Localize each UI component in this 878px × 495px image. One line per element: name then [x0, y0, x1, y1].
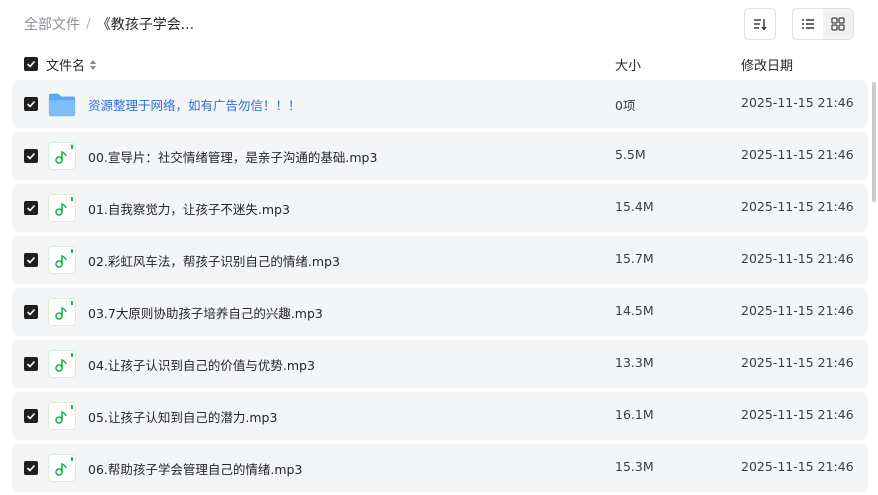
- file-row[interactable]: 05.让孩子认知到自己的潜力.mp3 16.1M 2025-11-15 21:4…: [12, 392, 868, 440]
- file-name[interactable]: 04.让孩子认识到自己的价值与优势.mp3: [88, 355, 315, 374]
- file-size: 15.7M: [615, 251, 654, 266]
- grid-view-icon: [831, 17, 845, 31]
- audio-file-icon: [48, 142, 76, 170]
- checkmark-icon: [26, 360, 36, 368]
- file-row[interactable]: 资源整理于网络，如有广告勿信！！！ 0项 2025-11-15 21:46: [12, 80, 868, 128]
- audio-file-icon: [48, 246, 76, 274]
- file-name[interactable]: 资源整理于网络，如有广告勿信！！！: [88, 95, 301, 114]
- view-toggle: [792, 8, 854, 40]
- file-date: 2025-11-15 21:46: [741, 147, 854, 162]
- file-row[interactable]: 04.让孩子认识到自己的价值与优势.mp3 13.3M 2025-11-15 2…: [12, 340, 868, 388]
- folder-icon: [48, 93, 76, 117]
- breadcrumb: 全部文件 / 《教孩子学会...: [24, 14, 194, 34]
- file-size: 15.3M: [615, 459, 654, 474]
- audio-file-icon: [48, 454, 76, 482]
- breadcrumb-root[interactable]: 全部文件: [24, 14, 80, 34]
- file-size: 0项: [615, 98, 636, 113]
- sort-arrows-icon: [90, 59, 97, 70]
- audio-file-icon: [48, 350, 76, 378]
- checkmark-icon: [26, 256, 36, 264]
- audio-file-icon: [48, 194, 76, 222]
- row-checkbox[interactable]: [24, 357, 38, 371]
- checkmark-icon: [26, 464, 36, 472]
- file-row[interactable]: 00.宣导片：社交情绪管理，是亲子沟通的基础.mp3 5.5M 2025-11-…: [12, 132, 868, 180]
- list-view-icon: [802, 19, 814, 29]
- file-date: 2025-11-15 21:46: [741, 459, 854, 474]
- file-list: 资源整理于网络，如有广告勿信！！！ 0项 2025-11-15 21:46 00…: [12, 80, 868, 495]
- row-checkbox[interactable]: [24, 149, 38, 163]
- breadcrumb-current[interactable]: 《教孩子学会...: [97, 14, 194, 34]
- row-checkbox[interactable]: [24, 201, 38, 215]
- file-row[interactable]: 06.帮助孩子学会管理自己的情绪.mp3 15.3M 2025-11-15 21…: [12, 444, 868, 492]
- file-size: 14.5M: [615, 303, 654, 318]
- file-name[interactable]: 05.让孩子认知到自己的潜力.mp3: [88, 407, 277, 426]
- name-column-label: 文件名: [46, 59, 86, 74]
- checkmark-icon: [26, 412, 36, 420]
- select-all-checkbox[interactable]: [24, 57, 38, 71]
- name-column-header[interactable]: 文件名: [46, 55, 97, 74]
- file-date: 2025-11-15 21:46: [741, 95, 854, 110]
- file-size: 13.3M: [615, 355, 654, 370]
- audio-file-icon: [48, 298, 76, 326]
- file-row[interactable]: 01.自我察觉力，让孩子不迷失.mp3 15.4M 2025-11-15 21:…: [12, 184, 868, 232]
- file-size: 5.5M: [615, 147, 646, 162]
- file-row[interactable]: 02.彩虹风车法，帮孩子识别自己的情绪.mp3 15.7M 2025-11-15…: [12, 236, 868, 284]
- breadcrumb-separator: /: [86, 16, 91, 32]
- file-name[interactable]: 01.自我察觉力，让孩子不迷失.mp3: [88, 199, 290, 218]
- vertical-scrollbar[interactable]: [870, 80, 878, 495]
- row-checkbox[interactable]: [24, 461, 38, 475]
- audio-file-icon: [48, 402, 76, 430]
- checkmark-icon: [26, 152, 36, 160]
- file-name[interactable]: 00.宣导片：社交情绪管理，是亲子沟通的基础.mp3: [88, 147, 377, 166]
- checkmark-icon: [26, 60, 36, 68]
- file-date: 2025-11-15 21:46: [741, 355, 854, 370]
- size-column-header[interactable]: 大小: [615, 55, 641, 74]
- file-date: 2025-11-15 21:46: [741, 199, 854, 214]
- sort-button[interactable]: [744, 8, 776, 40]
- file-size: 16.1M: [615, 407, 654, 422]
- checkmark-icon: [26, 204, 36, 212]
- row-checkbox[interactable]: [24, 305, 38, 319]
- file-name[interactable]: 02.彩虹风车法，帮孩子识别自己的情绪.mp3: [88, 251, 340, 270]
- scrollbar-thumb[interactable]: [872, 82, 876, 202]
- file-row[interactable]: 03.7大原则协助孩子培养自己的兴趣.mp3 14.5M 2025-11-15 …: [12, 288, 868, 336]
- row-checkbox[interactable]: [24, 97, 38, 111]
- row-checkbox[interactable]: [24, 409, 38, 423]
- row-checkbox[interactable]: [24, 253, 38, 267]
- grid-view-button[interactable]: [823, 9, 853, 39]
- list-view-button[interactable]: [793, 9, 823, 39]
- column-header: 文件名 大小 修改日期: [0, 48, 878, 80]
- file-date: 2025-11-15 21:46: [741, 251, 854, 266]
- sort-icon: [754, 19, 767, 31]
- checkmark-icon: [26, 308, 36, 316]
- file-size: 15.4M: [615, 199, 654, 214]
- file-date: 2025-11-15 21:46: [741, 407, 854, 422]
- file-date: 2025-11-15 21:46: [741, 303, 854, 318]
- checkmark-icon: [26, 100, 36, 108]
- top-bar: 全部文件 / 《教孩子学会...: [0, 0, 878, 48]
- file-name[interactable]: 06.帮助孩子学会管理自己的情绪.mp3: [88, 459, 302, 478]
- date-column-header[interactable]: 修改日期: [741, 55, 793, 74]
- file-name[interactable]: 03.7大原则协助孩子培养自己的兴趣.mp3: [88, 303, 323, 322]
